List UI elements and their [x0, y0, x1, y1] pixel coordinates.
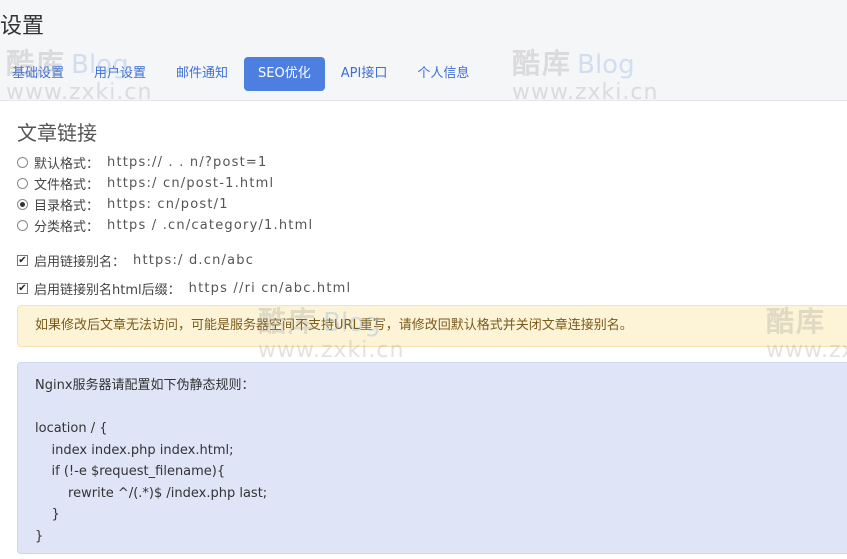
tab-user-settings[interactable]: 用户设置: [80, 57, 160, 91]
format-example-url: https: cn/post/1: [107, 197, 229, 212]
tab-profile[interactable]: 个人信息: [403, 57, 483, 91]
tab-seo[interactable]: SEO优化: [244, 57, 325, 91]
format-example-url: https:/ cn/post-1.html: [107, 176, 275, 191]
format-label: 默认格式：: [34, 157, 100, 172]
rules-line: rewrite ^/(.*)$ /index.php last;: [35, 485, 268, 501]
rules-heading: Nginx服务器请配置如下伪静态规则：: [35, 378, 255, 393]
top-header: 设置 基础设置 用户设置 邮件通知 SEO优化 API接口 个人信息: [0, 0, 847, 101]
radio-button[interactable]: [17, 199, 28, 210]
warning-alert: 如果修改后文章无法访问，可能是服务器空间不支持URL重写，请修改回默认格式并关闭…: [17, 305, 847, 347]
option-link-alias[interactable]: ✔ 启用链接别名： https:/ d.cn/abc: [17, 251, 254, 270]
radio-button[interactable]: [17, 220, 28, 231]
section-title: 文章链接: [17, 121, 97, 145]
format-label: 目录格式：: [34, 199, 100, 214]
format-example-url: https:// . . n/?post=1: [107, 155, 268, 170]
page-title: 设置: [0, 14, 45, 39]
tab-api[interactable]: API接口: [327, 57, 402, 91]
rules-line: [35, 397, 839, 419]
rules-line: index index.php index.html;: [35, 442, 234, 458]
radio-button[interactable]: [17, 178, 28, 189]
option-label: 启用链接别名html后缀：: [34, 283, 181, 298]
radio-button[interactable]: [17, 157, 28, 168]
rules-line: if (!-e $request_filename){: [35, 464, 226, 479]
format-label: 分类格式：: [34, 220, 100, 235]
format-label: 文件格式：: [34, 178, 100, 193]
format-example-url: https / .cn/category/1.html: [107, 218, 314, 233]
option-example-url: https:/ d.cn/abc: [133, 253, 255, 268]
checkbox-checked-icon[interactable]: ✔: [17, 255, 28, 266]
tab-basic-settings[interactable]: 基础设置: [0, 57, 78, 91]
rules-line: }: [35, 507, 60, 522]
link-format-category[interactable]: 分类格式： https / .cn/category/1.html: [17, 216, 313, 235]
rewrite-rules-box: Nginx服务器请配置如下伪静态规则： location / { index i…: [17, 362, 847, 554]
rules-line: location / {: [35, 421, 108, 436]
option-example-url: https //ri cn/abc.html: [188, 281, 352, 296]
option-alias-html-suffix[interactable]: ✔ 启用链接别名html后缀： https //ri cn/abc.html: [17, 279, 351, 298]
link-format-default[interactable]: 默认格式： https:// . . n/?post=1: [17, 153, 267, 172]
option-label: 启用链接别名：: [34, 255, 126, 270]
link-format-directory[interactable]: 目录格式： https: cn/post/1: [17, 195, 229, 214]
link-format-file[interactable]: 文件格式： https:/ cn/post-1.html: [17, 174, 274, 193]
tab-mail-notify[interactable]: 邮件通知: [162, 57, 242, 91]
checkbox-checked-icon[interactable]: ✔: [17, 283, 28, 294]
rules-line: }: [35, 528, 44, 544]
settings-tabs: 基础设置 用户设置 邮件通知 SEO优化 API接口 个人信息: [0, 57, 485, 91]
